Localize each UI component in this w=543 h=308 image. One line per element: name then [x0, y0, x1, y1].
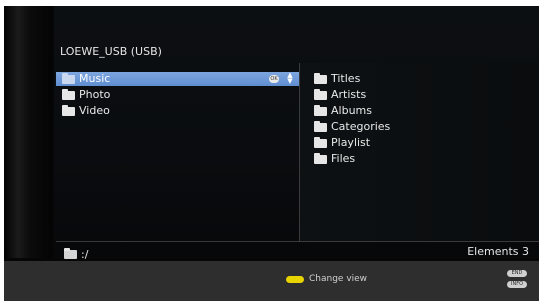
left-decor-strip [4, 6, 52, 258]
folder-icon [314, 152, 327, 164]
list-item-artists[interactable]: Artists [314, 88, 366, 102]
folder-icon [314, 136, 327, 148]
list-item-label: Video [79, 104, 110, 117]
left-category-panel: Music OK ▲ ▼ Photo Video [56, 63, 300, 242]
list-item-label: Artists [331, 88, 367, 101]
current-path-label: :/ [81, 248, 89, 261]
list-item-label: Playlist [331, 136, 371, 149]
list-item-titles[interactable]: Titles [314, 72, 360, 86]
folder-icon [62, 104, 75, 116]
list-item-photo[interactable]: Photo [56, 88, 299, 102]
list-item-label: Music [79, 72, 111, 85]
list-item-albums[interactable]: Albums [314, 104, 372, 118]
right-subcategory-panel: Titles Artists Albums Categories Playlis… [300, 63, 539, 242]
current-path: :/ [64, 248, 88, 261]
folder-icon [62, 88, 75, 100]
bottom-help-bar [4, 261, 539, 301]
info-button-icon[interactable]: INFO [507, 281, 527, 288]
list-item-label: Albums [331, 104, 372, 117]
list-item-label: Categories [331, 120, 391, 133]
device-title: LOEWE_USB (USB) [60, 45, 162, 58]
ok-icon: OK [269, 75, 279, 83]
list-item-playlist[interactable]: Playlist [314, 136, 370, 150]
list-item-music[interactable]: Music OK ▲ ▼ [56, 72, 299, 86]
folder-icon [314, 104, 327, 116]
end-button-icon[interactable]: END [507, 270, 527, 277]
list-item-categories[interactable]: Categories [314, 120, 390, 134]
up-down-arrows-icon: ▲ ▼ [287, 71, 293, 85]
list-item-label: Files [331, 152, 356, 165]
folder-icon [314, 120, 327, 132]
folder-icon [314, 88, 327, 100]
elements-count: Elements 3 [467, 245, 529, 258]
change-view-label: Change view [309, 274, 368, 284]
media-browser-screen: LOEWE_USB (USB) Music OK ▲ ▼ Photo Video … [4, 6, 539, 301]
list-item-video[interactable]: Video [56, 104, 299, 118]
list-item-label: Titles [331, 72, 361, 85]
list-item-label: Photo [79, 88, 111, 101]
folder-icon [314, 72, 327, 84]
folder-icon [64, 248, 77, 259]
list-item-files[interactable]: Files [314, 152, 355, 166]
folder-icon [62, 72, 75, 84]
yellow-button-icon[interactable] [286, 276, 304, 283]
